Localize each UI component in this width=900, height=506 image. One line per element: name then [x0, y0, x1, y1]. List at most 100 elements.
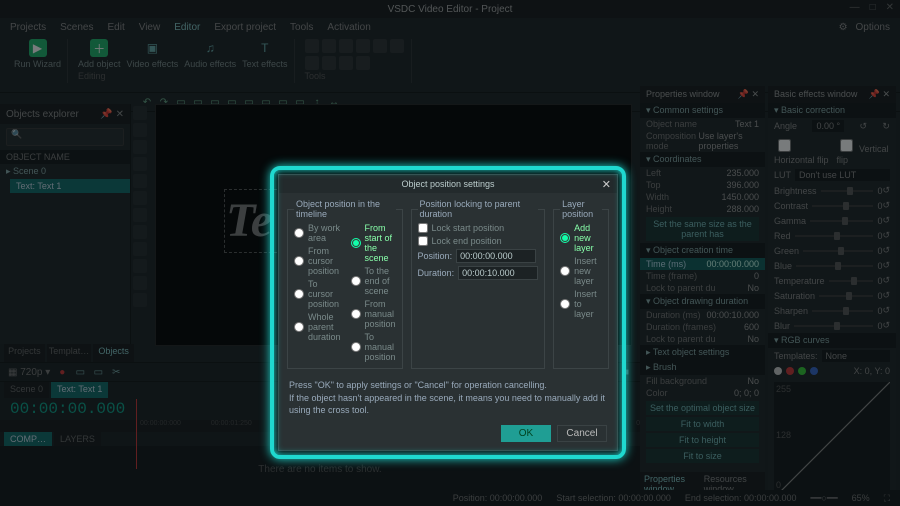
gamma-slider[interactable]	[810, 220, 873, 222]
reset-icon[interactable]: ↺	[882, 215, 890, 226]
reset-icon[interactable]: ↺	[882, 200, 890, 211]
red-slider[interactable]	[795, 235, 874, 237]
radio-add-new-layer[interactable]: Add new layer	[560, 223, 602, 253]
menu-edit[interactable]: Edit	[107, 22, 124, 33]
audio-effects-button[interactable]: ♫Audio effects	[184, 39, 236, 69]
reset-icon[interactable]: ↺	[882, 260, 890, 271]
menu-scenes[interactable]: Scenes	[60, 22, 93, 33]
section-creation-time[interactable]: ▾ Object creation time	[640, 243, 765, 258]
tool-button[interactable]	[373, 39, 387, 53]
menu-export[interactable]: Export project	[214, 22, 276, 33]
playhead[interactable]	[136, 399, 137, 469]
reset-icon[interactable]: ↺	[882, 185, 890, 196]
shape-tool-icon[interactable]	[133, 157, 147, 171]
section-text-settings[interactable]: ▸ Text object settings	[640, 345, 765, 360]
check-lock-start[interactable]: Lock start position	[418, 223, 539, 233]
green-slider[interactable]	[803, 250, 873, 252]
tool-icon[interactable]: ✂	[110, 366, 122, 378]
dialog-close-icon[interactable]: ✕	[602, 178, 611, 191]
shape-tool-icon[interactable]	[133, 225, 147, 239]
shape-tool-icon[interactable]	[133, 140, 147, 154]
section-rgb-curves[interactable]: ▾ RGB curves	[768, 333, 896, 348]
optimal-size-button[interactable]: Set the optimal object size	[646, 401, 759, 415]
radio-insert-to-layer[interactable]: Insert to layer	[560, 289, 602, 319]
saturation-slider[interactable]	[819, 295, 873, 297]
brightness-slider[interactable]	[821, 190, 874, 192]
add-object-button[interactable]: ＋Add object	[78, 39, 121, 69]
reset-icon[interactable]: ↺	[882, 245, 890, 256]
blue-slider[interactable]	[796, 265, 873, 267]
video-effects-button[interactable]: ▣Video effects	[127, 39, 179, 69]
timeline-tab-scene[interactable]: Scene 0	[4, 382, 49, 398]
lut-select[interactable]: Don't use LUT	[795, 169, 890, 181]
tool-button[interactable]	[322, 39, 336, 53]
shape-tool-icon[interactable]	[133, 174, 147, 188]
angle-field[interactable]: 0.00 °	[812, 120, 844, 132]
tool-button[interactable]	[305, 39, 319, 53]
menu-view[interactable]: View	[139, 22, 161, 33]
options-link[interactable]: Options	[856, 22, 890, 33]
curve-channel-green[interactable]	[798, 367, 806, 375]
tool-icon[interactable]: ▭	[92, 366, 104, 378]
timeline-tab-layers[interactable]: LAYERS	[54, 432, 101, 446]
same-size-button[interactable]: Set the same size as the parent has	[646, 217, 759, 241]
shape-tool-icon[interactable]	[133, 293, 147, 307]
rgb-curves-graph[interactable]: 255 128 0	[774, 382, 890, 492]
reset-icon[interactable]: ↺	[882, 230, 890, 241]
templates-select[interactable]: None	[822, 350, 890, 362]
contrast-slider[interactable]	[812, 205, 873, 207]
fit-height-button[interactable]: Fit to height	[646, 433, 759, 447]
menu-editor[interactable]: Editor	[174, 22, 200, 33]
tool-button[interactable]	[322, 56, 336, 70]
radio-by-work-area[interactable]: By work area	[294, 223, 341, 243]
text-tool-icon[interactable]	[133, 123, 147, 137]
section-coordinates[interactable]: ▾ Coordinates	[640, 152, 765, 167]
timeline-tab-comp[interactable]: COMP…	[4, 432, 52, 446]
pin-icon[interactable]: 📌 ✕	[869, 89, 890, 100]
tool-button[interactable]	[339, 39, 353, 53]
menu-projects[interactable]: Projects	[10, 22, 46, 33]
shape-tool-icon[interactable]	[133, 191, 147, 205]
resolution-select[interactable]: ▦ 720p ▾	[8, 367, 50, 378]
text-row[interactable]: Text: Text 1	[10, 179, 130, 193]
vflip-checkbox[interactable]: Vertical flip	[836, 136, 890, 165]
close-icon[interactable]: ✕	[886, 2, 894, 13]
reset-icon[interactable]: ↺	[882, 305, 890, 316]
pin-icon[interactable]: 📌 ✕	[100, 109, 124, 120]
radio-to-manual[interactable]: To manual position	[351, 332, 396, 362]
radio-from-cursor[interactable]: From cursor position	[294, 246, 341, 276]
tool-button[interactable]	[339, 56, 353, 70]
tool-button[interactable]	[305, 56, 319, 70]
record-icon[interactable]: ●	[56, 366, 68, 378]
tool-button[interactable]	[356, 56, 370, 70]
fullscreen-icon[interactable]: ⛶	[884, 493, 890, 504]
radio-whole-parent[interactable]: Whole parent duration	[294, 312, 341, 342]
tab-templates[interactable]: Templat…	[47, 344, 92, 362]
reset-icon[interactable]: ↺	[882, 320, 890, 331]
curve-channel-red[interactable]	[786, 367, 794, 375]
radio-to-end[interactable]: To the end of scene	[351, 266, 396, 296]
shape-tool-icon[interactable]	[133, 208, 147, 222]
curve-channel-blue[interactable]	[810, 367, 818, 375]
rotate-ccw-icon[interactable]: ↺	[859, 121, 867, 132]
shape-tool-icon[interactable]	[133, 242, 147, 256]
prop-val[interactable]: Text 1	[735, 119, 759, 129]
section-common[interactable]: ▾ Common settings	[640, 103, 765, 118]
zoom-slider[interactable]: ━━○━━	[811, 493, 838, 504]
tab-projects[interactable]: Projects …	[4, 344, 45, 362]
sharpen-slider[interactable]	[812, 310, 873, 312]
cancel-button[interactable]: Cancel	[557, 425, 607, 442]
fit-width-button[interactable]: Fit to width	[646, 417, 759, 431]
blur-slider[interactable]	[794, 325, 873, 327]
pointer-tool-icon[interactable]	[133, 106, 147, 120]
run-wizard-button[interactable]: ▶Run Wizard	[14, 39, 61, 69]
gear-icon[interactable]: ⚙	[839, 22, 848, 33]
menu-tools[interactable]: Tools	[290, 22, 313, 33]
tool-button[interactable]	[390, 39, 404, 53]
duration-field[interactable]	[458, 266, 538, 280]
tab-objects[interactable]: Objects …	[93, 344, 134, 362]
timeline-tracks[interactable]: There are no items to show.	[0, 446, 640, 492]
radio-from-start[interactable]: From start of the scene	[351, 223, 396, 263]
position-field[interactable]	[456, 249, 536, 263]
section-drawing-duration[interactable]: ▾ Object drawing duration	[640, 294, 765, 309]
